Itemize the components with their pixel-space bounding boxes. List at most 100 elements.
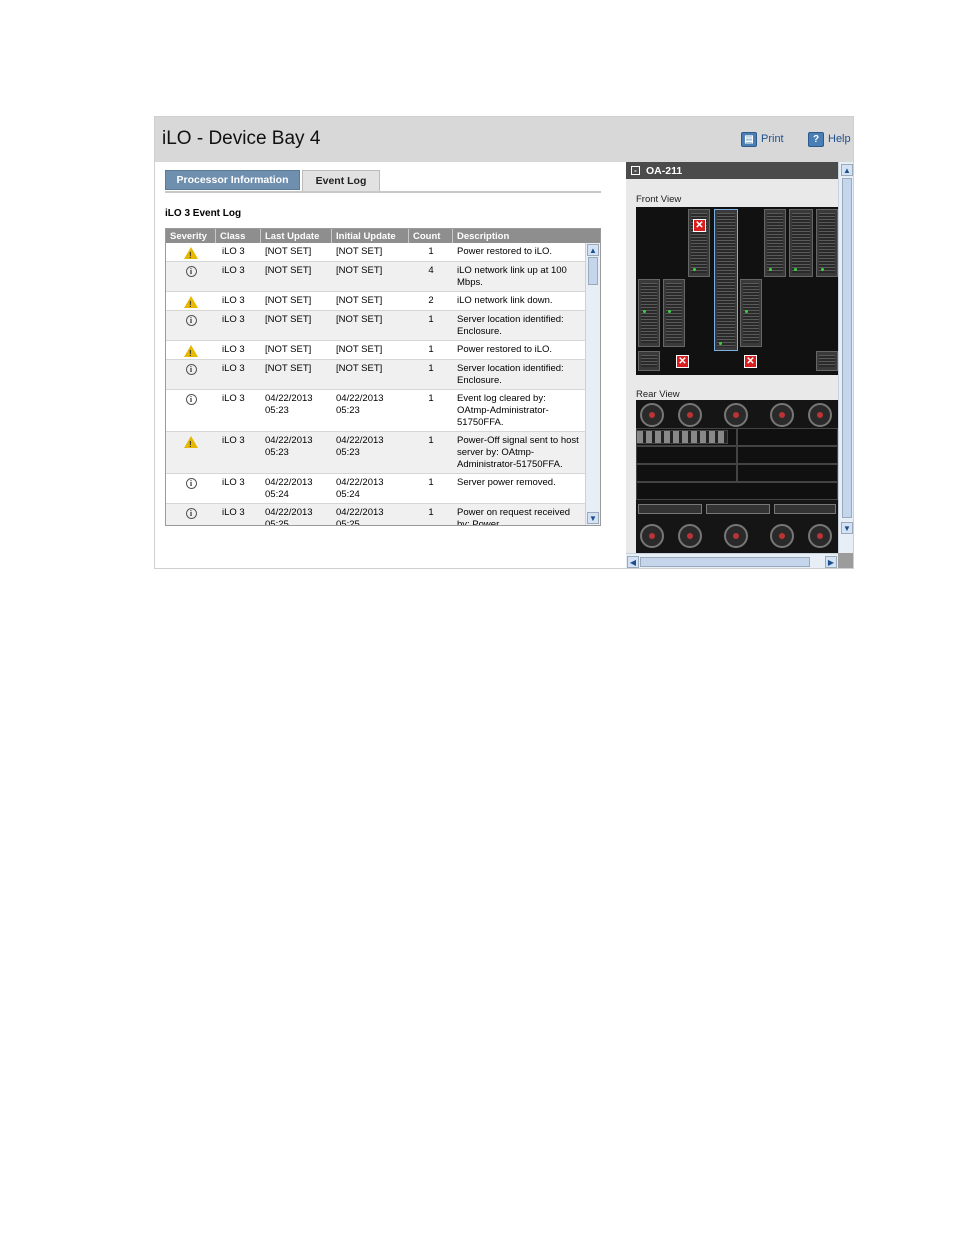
event-log-heading: iLO 3 Event Log <box>165 208 242 219</box>
description-cell: Power restored to iLO. <box>457 246 553 257</box>
count-cell: 1 <box>428 477 434 488</box>
enclosure-horizontal-scrollbar[interactable]: ◀ ▶ <box>626 553 838 568</box>
table-scrollbar[interactable]: ▲ ▼ <box>585 243 600 525</box>
help-label: Help <box>828 133 851 145</box>
interconnect-module <box>636 446 737 464</box>
last-update-cell: 04/22/2013 05:24 <box>265 477 313 500</box>
initial-update-cell: [NOT SET] <box>336 344 383 355</box>
enclosure-name: OA-211 <box>646 164 683 177</box>
tab-event-log[interactable]: Event Log <box>302 170 380 191</box>
info-icon: i <box>185 394 197 405</box>
description-cell: Server power removed. <box>457 477 556 488</box>
class-cell: iLO 3 <box>222 314 245 325</box>
fan-icon <box>640 403 664 427</box>
warning-icon: ! <box>184 247 198 260</box>
fan-icon <box>678 524 702 548</box>
status-led <box>745 310 748 313</box>
tab-processor-information[interactable]: Processor Information <box>165 170 300 190</box>
device-bay-window: iLO - Device Bay 4 ▤ Print ? Help Proces… <box>154 116 854 569</box>
print-button[interactable]: ▤ Print <box>741 131 784 147</box>
front-view-image[interactable]: ✕ ✕ ✕ <box>636 207 838 375</box>
column-header-count[interactable]: Count <box>409 229 453 243</box>
column-header-last-update[interactable]: Last Update <box>261 229 332 243</box>
initial-update-cell: [NOT SET] <box>336 246 383 257</box>
enclosure-vertical-scrollbar[interactable]: ▲ ▼ <box>838 162 853 553</box>
interconnect-module <box>737 446 838 464</box>
table-row[interactable]: i iLO 3 [NOT SET] [NOT SET] 1 Server location… <box>166 360 585 390</box>
scroll-up-icon[interactable]: ▲ <box>587 244 599 256</box>
severity-cell: i <box>166 504 216 525</box>
initial-update-cell: [NOT SET] <box>336 295 383 306</box>
warning-icon: ! <box>184 345 198 358</box>
table-row[interactable]: ! iLO 3 [NOT SET] [NOT SET] 1 Power restored … <box>166 243 585 262</box>
fan-icon <box>640 524 664 548</box>
class-cell: iLO 3 <box>222 344 245 355</box>
table-row[interactable]: i iLO 3 04/22/2013 05:24 04/22/2013 05:24 1 S… <box>166 474 585 504</box>
server-blade <box>638 279 660 347</box>
table-row[interactable]: ! iLO 3 [NOT SET] [NOT SET] 2 iLO network lin… <box>166 292 585 311</box>
severity-cell: i <box>166 311 216 340</box>
scroll-thumb[interactable] <box>588 257 598 285</box>
column-header-severity[interactable]: Severity <box>166 229 216 243</box>
interconnect-module <box>636 482 838 500</box>
initial-update-cell: [NOT SET] <box>336 314 383 325</box>
scroll-right-icon[interactable]: ▶ <box>825 556 837 568</box>
help-icon: ? <box>808 131 824 147</box>
fan-icon <box>724 403 748 427</box>
info-icon: i <box>185 478 197 489</box>
window-header: iLO - Device Bay 4 ▤ Print ? Help <box>155 117 853 162</box>
table-row[interactable]: i iLO 3 [NOT SET] [NOT SET] 1 Server location… <box>166 311 585 341</box>
column-header-class[interactable]: Class <box>216 229 261 243</box>
table-row[interactable]: i iLO 3 04/22/2013 05:23 04/22/2013 05:23 1 E… <box>166 390 585 432</box>
description-cell: Power-Off signal sent to host server by:… <box>457 435 579 470</box>
scroll-up-icon[interactable]: ▲ <box>841 164 853 176</box>
main-content: Processor Information Event Log iLO 3 Ev… <box>155 162 626 568</box>
network-ports <box>636 430 728 444</box>
page-title: iLO - Device Bay 4 <box>162 128 321 149</box>
table-row[interactable]: i iLO 3 [NOT SET] [NOT SET] 4 iLO network lin… <box>166 262 585 292</box>
severity-cell: i <box>166 262 216 291</box>
scroll-thumb[interactable] <box>842 178 852 518</box>
warning-icon: ! <box>184 436 198 449</box>
expand-icon[interactable]: - <box>631 166 640 175</box>
status-led <box>719 342 722 345</box>
severity-cell: i <box>166 390 216 431</box>
server-blade <box>663 279 685 347</box>
fan-icon <box>770 403 794 427</box>
description-cell: Server location identified: Enclosure. <box>457 314 564 337</box>
scroll-down-icon[interactable]: ▼ <box>587 512 599 524</box>
severity-cell: ! <box>166 292 216 310</box>
onboard-administrator <box>706 504 770 514</box>
storage-slot <box>816 351 838 371</box>
error-icon: ✕ <box>693 219 706 232</box>
column-header-description[interactable]: Description <box>453 229 600 243</box>
count-cell: 1 <box>428 435 434 446</box>
tab-divider <box>165 191 601 193</box>
table-row[interactable]: i iLO 3 04/22/2013 05:25 04/22/2013 05:25 1 P… <box>166 504 585 525</box>
last-update-cell: 04/22/2013 05:23 <box>265 435 313 458</box>
class-cell: iLO 3 <box>222 393 245 404</box>
enclosure-header[interactable]: - OA-211 <box>626 162 838 179</box>
class-cell: iLO 3 <box>222 507 245 518</box>
table-body: ! iLO 3 [NOT SET] [NOT SET] 1 Power restored … <box>166 243 585 525</box>
last-update-cell: [NOT SET] <box>265 344 312 355</box>
table-row[interactable]: ! iLO 3 [NOT SET] [NOT SET] 1 Power restored … <box>166 341 585 360</box>
description-cell: Server location identified: Enclosure. <box>457 363 564 386</box>
rear-view-image[interactable] <box>636 400 838 553</box>
status-led <box>668 310 671 313</box>
status-led <box>794 268 797 271</box>
description-cell: Power on request received by: Power <box>457 507 571 525</box>
severity-cell: i <box>166 474 216 503</box>
fan-icon <box>808 403 832 427</box>
column-header-initial-update[interactable]: Initial Update <box>332 229 409 243</box>
initial-update-cell: 04/22/2013 05:24 <box>336 477 384 500</box>
scroll-down-icon[interactable]: ▼ <box>841 522 853 534</box>
last-update-cell: [NOT SET] <box>265 295 312 306</box>
initial-update-cell: 04/22/2013 05:25 <box>336 507 384 525</box>
table-row[interactable]: ! iLO 3 04/22/2013 05:23 04/22/2013 05:23 1 P… <box>166 432 585 474</box>
class-cell: iLO 3 <box>222 265 245 276</box>
scroll-thumb[interactable] <box>640 557 810 567</box>
scroll-left-icon[interactable]: ◀ <box>627 556 639 568</box>
printer-icon: ▤ <box>741 131 757 147</box>
help-button[interactable]: ? Help <box>808 131 851 147</box>
